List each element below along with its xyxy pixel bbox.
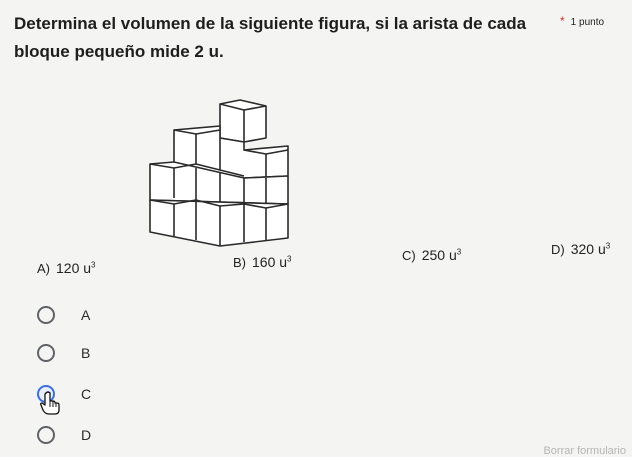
choice-c-label: C [81, 386, 92, 402]
points-value: 1 punto [570, 17, 605, 28]
answer-b-label: B) 160 u3 [233, 254, 292, 270]
radio-b[interactable] [37, 344, 55, 362]
answer-c-label: C) 250 u3 [402, 247, 462, 263]
question-text: Determina el volumen de la siguiente fig… [14, 14, 527, 61]
choice-b-label: B [81, 345, 91, 361]
choice-a-label: A [81, 307, 91, 323]
choice-d-label: D [81, 427, 92, 443]
answer-d-label: D) 320 u3 [551, 241, 611, 257]
cube-stack-figure [149, 99, 289, 247]
choice-b[interactable]: B [37, 344, 90, 362]
required-mark: * [560, 14, 565, 28]
clear-form-link[interactable]: Borrar formulario [543, 445, 626, 457]
choice-d[interactable]: D [37, 426, 91, 444]
hand-cursor-icon [40, 391, 60, 415]
choice-a[interactable]: A [37, 306, 90, 324]
radio-d[interactable] [37, 426, 55, 444]
radio-a[interactable] [37, 306, 55, 324]
answer-a-label: A) 120 u3 [37, 260, 96, 276]
points-label: * 1 punto [560, 14, 604, 28]
